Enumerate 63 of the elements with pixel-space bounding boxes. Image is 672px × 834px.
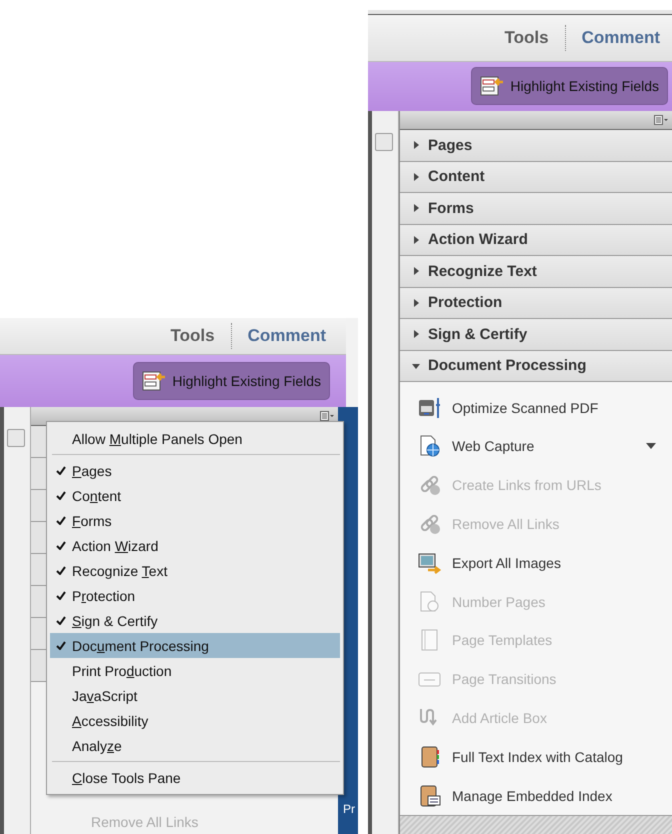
expand-triangle-icon <box>412 298 420 307</box>
picture-export-icon <box>418 552 442 574</box>
section-header[interactable]: Protection <box>400 288 672 320</box>
expand-triangle-icon <box>412 236 420 244</box>
check-icon <box>56 616 66 624</box>
section-header[interactable]: Recognize Text <box>400 256 672 288</box>
options-menu-icon[interactable] <box>654 115 668 126</box>
menu-item[interactable]: Analyze <box>50 733 340 758</box>
check-icon <box>56 566 66 574</box>
collapse-triangle-icon <box>412 362 420 370</box>
expand-triangle-icon <box>412 267 420 276</box>
menu-item[interactable]: Protection <box>50 583 340 608</box>
menu-item[interactable]: Content <box>50 483 340 508</box>
chain-link-icon <box>418 474 442 496</box>
highlight-fields-button[interactable]: Highlight Existing Fields <box>133 362 330 400</box>
menu-item[interactable]: JavaScript <box>50 683 340 708</box>
tool-item[interactable]: Web Capture <box>400 427 672 466</box>
menu-item[interactable]: Close Tools Pane <box>50 765 340 790</box>
background-text: Pr <box>343 802 355 816</box>
dropdown-caret-icon[interactable] <box>646 443 656 450</box>
tab[interactable]: Tools <box>170 326 215 346</box>
form-fields-icon <box>142 371 166 391</box>
scrollbar[interactable] <box>375 133 393 152</box>
section-header[interactable]: Document Processing <box>400 350 672 382</box>
menu-item[interactable]: Accessibility <box>50 708 340 733</box>
menu-item[interactable]: Forms <box>50 508 340 533</box>
highlight-fields-button[interactable]: Highlight Existing Fields <box>471 67 668 106</box>
scanner-icon <box>418 396 442 419</box>
menu-item[interactable]: Recognize Text <box>50 558 340 583</box>
expand-triangle-icon <box>412 141 420 150</box>
options-menu-icon[interactable] <box>320 411 334 421</box>
chain-link-icon <box>418 513 442 535</box>
menu-item[interactable]: Sign & Certify <box>50 608 340 633</box>
tab[interactable]: Tools <box>504 28 549 48</box>
check-icon <box>56 590 66 600</box>
form-fields-icon <box>480 76 504 96</box>
tool-item[interactable]: Optimize Scanned PDF <box>400 388 672 428</box>
expand-triangle-icon <box>412 204 420 212</box>
page-globe-icon <box>418 435 442 458</box>
menu-item[interactable]: Action Wizard <box>50 533 340 558</box>
expand-triangle-icon <box>412 172 420 181</box>
tool-item[interactable]: Export All Images <box>400 543 672 582</box>
section-header[interactable]: Pages <box>400 130 672 162</box>
section-header[interactable]: Content <box>400 162 672 194</box>
section-header[interactable]: Forms <box>400 193 672 225</box>
menu-item[interactable]: Pages <box>50 458 340 483</box>
section-header[interactable]: Action Wizard <box>400 224 672 256</box>
menu-item[interactable]: Print Production <box>50 658 340 683</box>
check-icon <box>56 490 66 500</box>
section-header[interactable]: Sign & Certify <box>400 319 672 351</box>
check-icon <box>56 640 66 650</box>
check-icon <box>56 466 66 474</box>
tab[interactable]: Comment <box>248 326 326 346</box>
tab[interactable]: Comment <box>582 28 660 48</box>
menu-item[interactable]: Document Processing <box>50 633 340 658</box>
menu-item[interactable]: Allow Multiple Panels Open <box>50 426 340 451</box>
expand-triangle-icon <box>412 330 420 338</box>
scrollbar[interactable] <box>7 429 25 447</box>
check-icon <box>56 540 66 550</box>
tool-item[interactable]: Manage Embedded Index <box>400 776 672 815</box>
tool-item[interactable]: Full Text Index with Catalog <box>400 737 672 776</box>
check-icon <box>56 516 66 524</box>
notebook-list-icon <box>418 784 442 807</box>
